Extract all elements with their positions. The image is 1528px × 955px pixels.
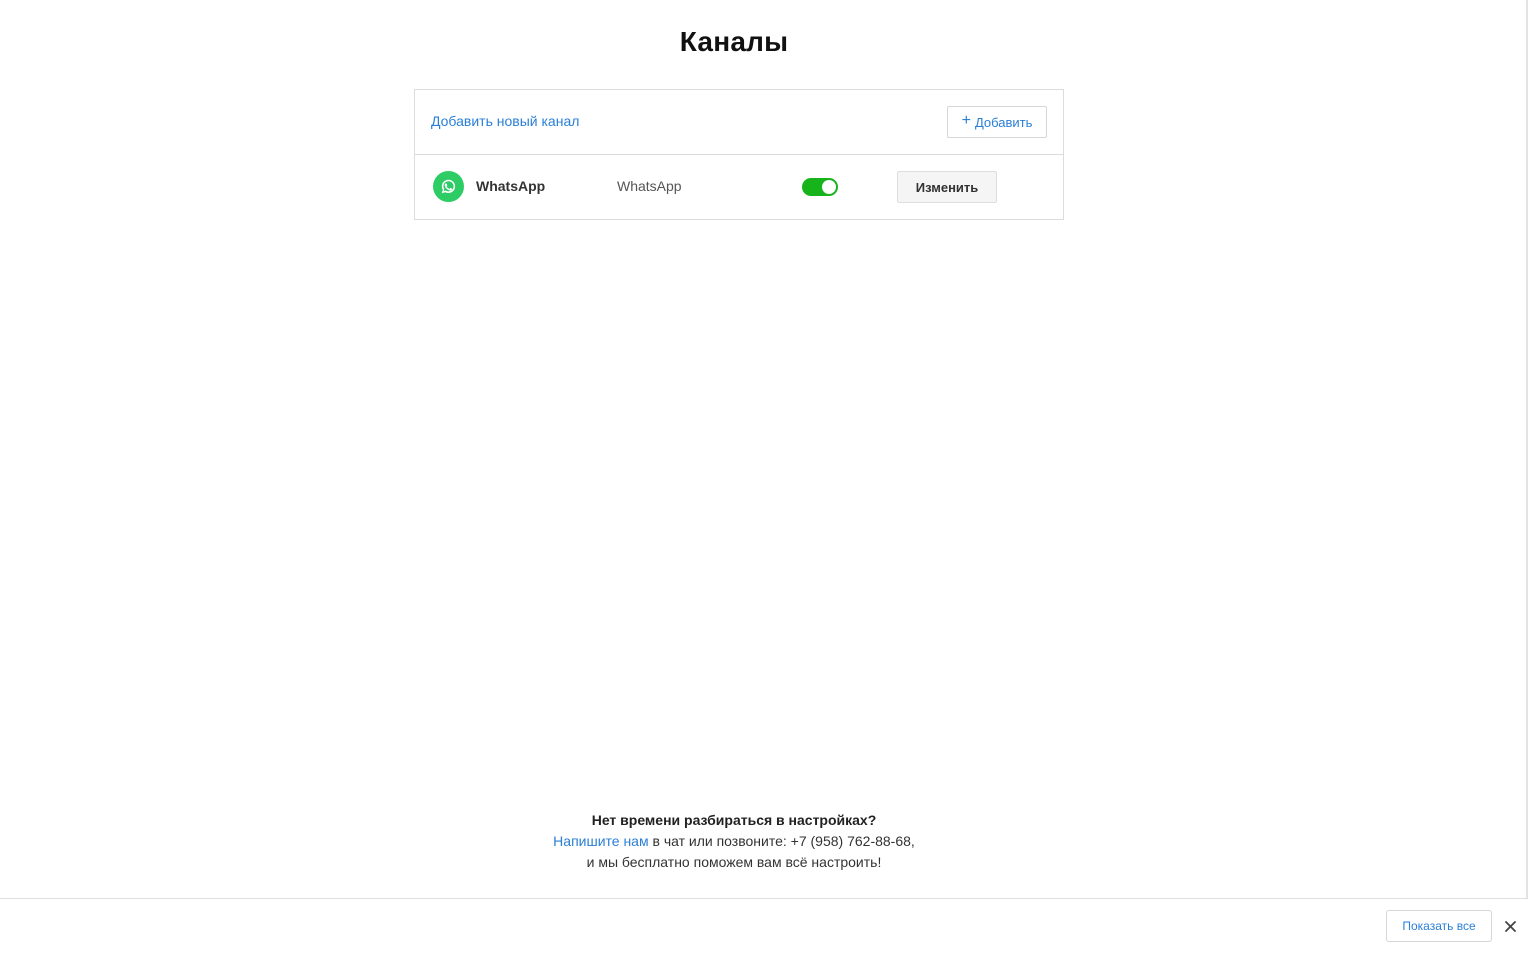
toggle-knob [822, 180, 836, 194]
help-block: Нет времени разбираться в настройках? На… [0, 810, 1468, 873]
whatsapp-icon [433, 171, 464, 202]
show-all-button[interactable]: Показать все [1386, 910, 1492, 942]
help-line-2: и мы бесплатно поможем вам всё настроить… [586, 854, 882, 870]
close-icon[interactable] [1502, 918, 1518, 934]
bottom-bar: Показать все [0, 898, 1528, 955]
edit-button[interactable]: Изменить [897, 171, 997, 203]
help-title: Нет времени разбираться в настройках? [591, 812, 877, 828]
channels-card: Добавить новый канал + Добавить WhatsApp… [414, 89, 1064, 220]
plus-icon: + [961, 112, 971, 129]
card-header: Добавить новый канал + Добавить [415, 90, 1063, 155]
channel-name: WhatsApp [476, 178, 546, 194]
help-line-1: Напишите нам в чат или позвоните: +7 (95… [0, 831, 1468, 852]
channel-type: WhatsApp [617, 178, 682, 194]
help-phone-text: в чат или позвоните: +7 (958) 762-88-68, [648, 833, 915, 849]
add-new-channel-link[interactable]: Добавить новый канал [431, 113, 579, 129]
add-button-label: Добавить [974, 114, 1033, 130]
add-button[interactable]: + Добавить [947, 106, 1047, 138]
channel-row: WhatsApp WhatsApp Изменить [415, 155, 1063, 219]
write-to-us-link[interactable]: Напишите нам [553, 833, 648, 849]
channels-page: Каналы Добавить новый канал + Добавить W… [0, 0, 1528, 955]
page-title: Каналы [679, 26, 789, 57]
channel-enabled-toggle[interactable] [802, 178, 838, 196]
